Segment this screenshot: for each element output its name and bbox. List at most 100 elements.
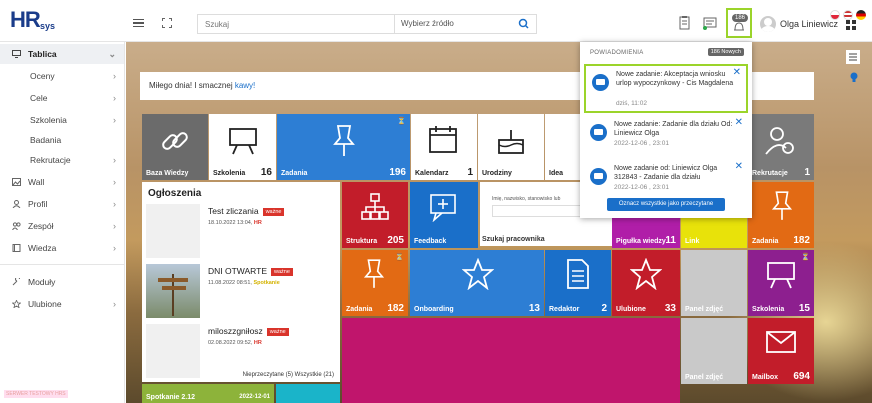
search-button[interactable] [512, 15, 536, 33]
announcement-item[interactable]: DNI OTWARTE ważne 11.08.2022 08:51, Spotk… [146, 264, 336, 320]
tile-label: Szkolenia [752, 306, 785, 313]
tile-zadania-3[interactable]: ⏳ Zadania 182 [342, 250, 408, 316]
app-logo[interactable]: HR sys [10, 7, 56, 34]
sidebar-item-cele[interactable]: Cele › [0, 88, 124, 108]
tile-kalendarz[interactable]: Kalendarz 1 [411, 114, 477, 180]
clipboard-icon[interactable] [675, 14, 693, 32]
image-icon [12, 178, 21, 186]
notifications-button[interactable] [726, 8, 752, 38]
test-server-watermark: SERWER TESTOWY HRS [4, 390, 68, 398]
fullscreen-icon[interactable] [162, 18, 172, 28]
tile-count: 13 [528, 303, 540, 314]
pin-icon[interactable]: ⏳ [801, 253, 810, 261]
tile-label: Zadania [281, 170, 308, 177]
sidebar-item-moduly[interactable]: Moduły [0, 272, 124, 292]
sidebar-item-profil[interactable]: Profil › [0, 194, 124, 214]
tile-label: Link [685, 238, 700, 245]
grid-apps-icon[interactable] [846, 20, 856, 30]
tile-panel-zdjec-2[interactable]: Panel zdjęć [681, 318, 747, 384]
chat-icon[interactable] [701, 14, 719, 32]
chevron-right-icon: › [113, 177, 116, 187]
sidebar-item-szkolenia[interactable]: Szkolenia › [0, 110, 124, 130]
tile-idea[interactable]: Idea [545, 114, 585, 180]
tile-featured[interactable] [342, 318, 680, 403]
announcements-filter-links[interactable]: Nieprzeczytane (5) Wszystkie (21) [243, 372, 334, 378]
tile-label: Zadania [346, 306, 373, 313]
flag-pl-icon[interactable] [830, 10, 840, 20]
announcement-thumbnail [146, 204, 200, 258]
logo-subtext: sys [40, 21, 56, 31]
sidebar-item-oceny[interactable]: Oceny › [0, 66, 124, 86]
close-icon[interactable]: ✕ [733, 68, 741, 78]
birthday-cake-icon [498, 130, 524, 154]
tile-label: Spotkanie 2.12 [146, 394, 196, 401]
tile-teal[interactable] [276, 384, 340, 403]
tile-label: Ulubione [616, 306, 646, 313]
tile-struktura[interactable]: Struktura 205 [342, 182, 408, 248]
flag-en-icon[interactable] [843, 10, 853, 20]
announcements-panel: Ogłoszenia Test zliczania ważne 18.10.202… [142, 182, 340, 382]
notification-date: 2022-12-06 , 23:01 [614, 140, 669, 147]
close-icon[interactable]: ✕ [735, 162, 743, 172]
sidebar-item-wiedza[interactable]: Wiedza › [0, 238, 124, 258]
greeting-link[interactable]: kawy! [235, 81, 255, 90]
sidebar-item-ulubione[interactable]: Ulubione › [0, 294, 124, 314]
announcement-item[interactable]: Test zliczania ważne 18.10.2022 13:04, HR [146, 204, 336, 260]
close-icon[interactable]: ✕ [735, 118, 743, 128]
source-select[interactable]: Wybierz źródło [394, 15, 512, 33]
tile-label: Szkolenia [213, 170, 246, 177]
sidebar-item-label: Badania [30, 135, 62, 145]
employee-search-hint: Imię, nazwisko, stanowisko lub [492, 196, 561, 202]
tile-redaktor[interactable]: Redaktor 2 [545, 250, 611, 316]
chat-bubble-icon [592, 74, 609, 91]
lightbulb-icon[interactable] [850, 72, 858, 84]
notification-item[interactable]: Nowe zadanie: Zadanie dla działu Od: Lin… [584, 116, 748, 156]
monitor-icon [12, 50, 21, 58]
sidebar-item-wall[interactable]: Wall › [0, 172, 124, 192]
tile-onboarding[interactable]: Onboarding 13 [410, 250, 544, 316]
tile-spotkanie[interactable]: Spotkanie 2.12 2022-12-01 [142, 384, 274, 403]
tile-label: Redaktor [549, 306, 580, 313]
tile-ulubione[interactable]: Ulubione 33 [612, 250, 680, 316]
tile-zadania[interactable]: ⏳ Zadania 196 [277, 114, 410, 180]
flag-de-icon[interactable] [856, 10, 866, 20]
sidebar-item-label: Wall [28, 177, 45, 187]
mark-all-read-button[interactable]: Oznacz wszystkie jako przeczytane [607, 198, 725, 211]
tile-date: 2022-12-01 [239, 394, 270, 400]
sidebar-item-tablica[interactable]: Tablica ⌄ [0, 44, 124, 64]
notification-item[interactable]: Nowe zadanie: Akceptacja wniosku urlop w… [584, 64, 748, 113]
notification-date: dziś, 11:02 [616, 100, 647, 107]
search-input[interactable] [198, 15, 393, 33]
announcement-date: 02.08.2022 09:52, [208, 340, 254, 346]
book-icon [12, 244, 21, 252]
sidebar-item-label: Szkolenia [30, 115, 67, 125]
tile-zadania-2[interactable]: Zadania 182 [748, 182, 814, 248]
envelope-icon [766, 331, 796, 353]
tile-label: Rekrutacje [752, 170, 788, 177]
sidebar-item-badania[interactable]: Badania [0, 130, 124, 150]
tile-label: Urodziny [482, 170, 512, 177]
announcement-category: HR [253, 220, 262, 226]
menu-toggle-icon[interactable] [133, 19, 144, 27]
tile-count: 694 [793, 371, 810, 382]
tile-mailbox[interactable]: Mailbox 694 [748, 318, 814, 384]
sidebar-item-label: Cele [30, 93, 48, 103]
tile-baza-wiedzy[interactable]: Baza Wiedzy [142, 114, 208, 180]
pin-icon[interactable]: ⏳ [395, 253, 404, 261]
sidebar-item-zespol[interactable]: Zespół › [0, 216, 124, 236]
document-icon [567, 259, 589, 289]
tile-rekrutacje[interactable]: Rekrutacje 1 [748, 114, 814, 180]
notification-item[interactable]: Nowe zadanie od: Liniewicz Olga 312843 -… [584, 160, 748, 196]
announcement-date: 18.10.2022 13:04, [208, 220, 254, 226]
tile-feedback[interactable]: Feedback [410, 182, 478, 248]
chevron-right-icon: › [113, 93, 116, 103]
sidebar-item-rekrutacje[interactable]: Rekrutacje › [0, 150, 124, 170]
tile-urodziny[interactable]: Urodziny [478, 114, 544, 180]
chevron-right-icon: › [113, 199, 116, 209]
announcement-thumbnail [146, 264, 200, 318]
settings-sliders-icon[interactable] [846, 50, 860, 64]
tile-szkolenia[interactable]: Szkolenia 16 [209, 114, 276, 180]
pin-icon[interactable]: ⏳ [397, 117, 406, 125]
tile-szkolenia-2[interactable]: ⏳ Szkolenia 15 [748, 250, 814, 316]
tile-panel-zdjec[interactable]: Panel zdjęć [681, 250, 747, 316]
